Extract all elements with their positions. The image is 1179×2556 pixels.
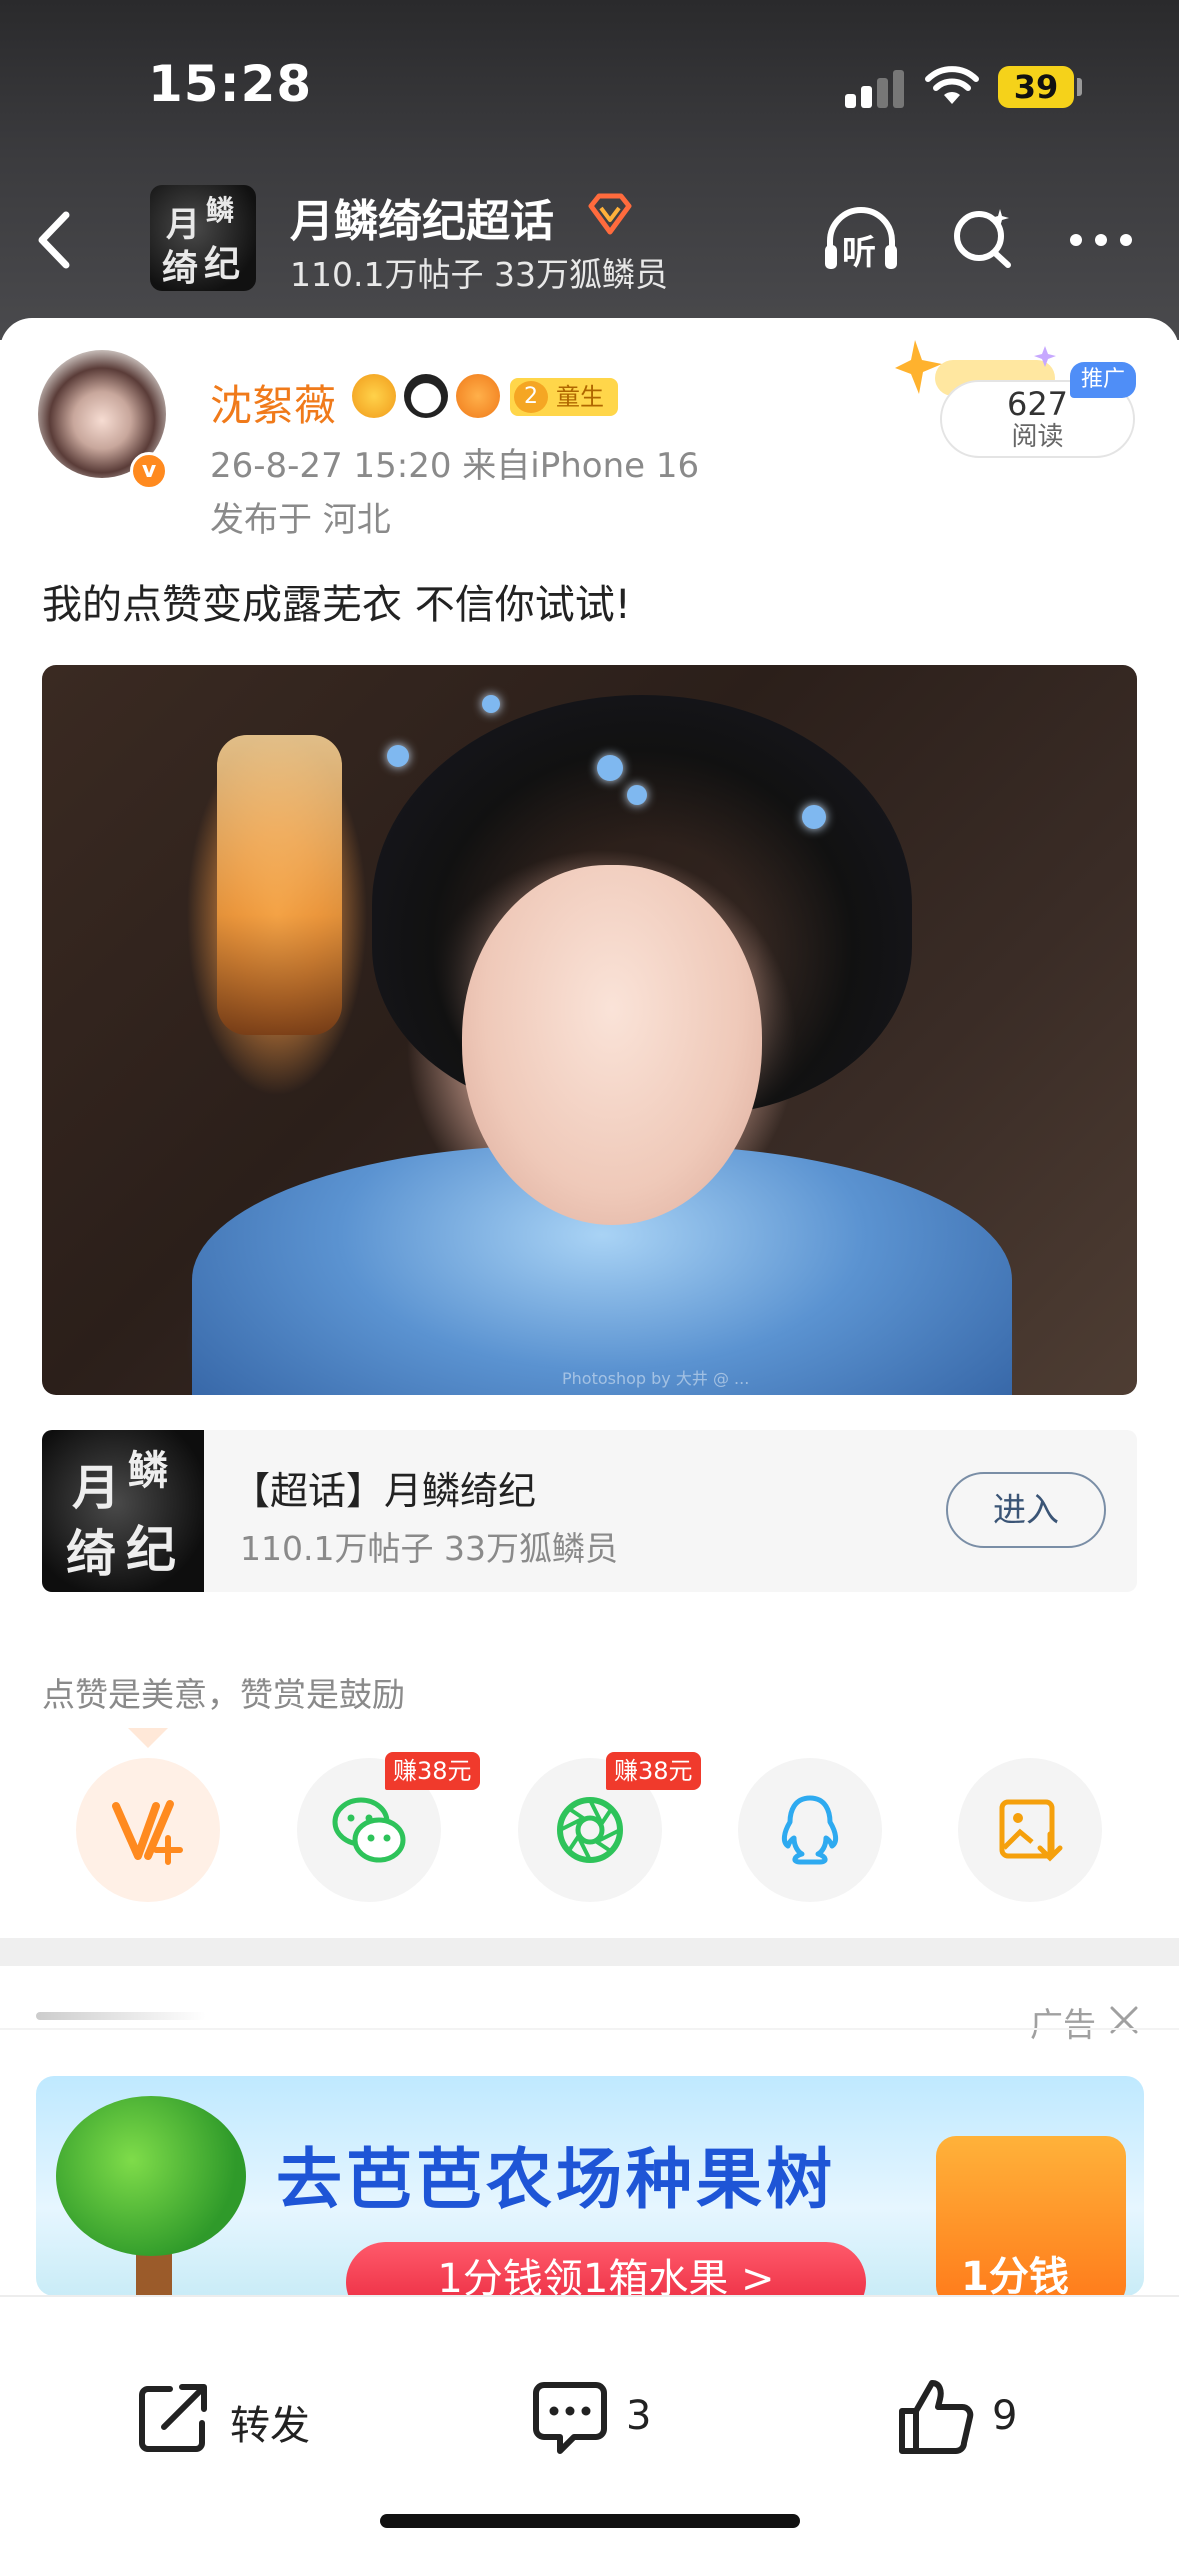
moments-icon bbox=[557, 1797, 623, 1863]
author-name[interactable]: 沈絮薇 bbox=[210, 372, 336, 433]
status-time: 15:28 bbox=[148, 55, 313, 113]
ad-label: 广告 bbox=[1030, 2005, 1096, 2044]
battery-tip bbox=[1077, 78, 1082, 96]
post-location: 发布于 河北 bbox=[210, 500, 391, 540]
battery-icon: 39 bbox=[998, 66, 1074, 108]
comment-button[interactable]: 3 bbox=[530, 2377, 680, 2457]
hair-ornament bbox=[627, 785, 647, 805]
topic-link-title: 【超话】月鳞绮纪 bbox=[232, 1469, 537, 1513]
gem-icon bbox=[588, 193, 632, 235]
like-button[interactable]: 9 bbox=[896, 2377, 1046, 2457]
repost-button[interactable]: 转发 bbox=[134, 2377, 334, 2457]
comment-count: 3 bbox=[626, 2393, 652, 2439]
promo-tag: 推广 bbox=[1070, 362, 1136, 398]
fish-icon bbox=[456, 374, 500, 418]
read-label: 阅读 bbox=[1011, 422, 1064, 452]
more-icon[interactable] bbox=[1068, 232, 1134, 248]
level-badge: 2 童生 bbox=[510, 378, 618, 416]
comment-icon bbox=[533, 2382, 607, 2454]
save-image-icon bbox=[999, 1799, 1063, 1862]
enter-button[interactable]: 进入 bbox=[946, 1472, 1106, 1548]
close-icon[interactable] bbox=[1104, 2000, 1144, 2040]
topic-link-thumb: 月 鳞 绮 纪 bbox=[42, 1430, 204, 1592]
ad-separator bbox=[0, 2028, 1179, 2030]
thumb-char-2: 鳞 bbox=[206, 194, 235, 227]
ad-title: 去芭芭农场种果树 bbox=[276, 2141, 836, 2218]
listen-icon[interactable]: 听 bbox=[822, 205, 900, 275]
wechat-earn-tag: 赚38元 bbox=[385, 1752, 480, 1790]
ad-side-text: 1分钱 bbox=[961, 2254, 1069, 2296]
like-count: 9 bbox=[992, 2393, 1018, 2439]
fruit-tree-icon bbox=[56, 2096, 246, 2256]
vplus-icon bbox=[112, 1800, 183, 1865]
vplus-button[interactable] bbox=[76, 1758, 220, 1902]
search-icon[interactable] bbox=[950, 205, 1016, 271]
thumb-char-4: 纪 bbox=[204, 243, 241, 285]
level-label: 童生 bbox=[556, 383, 604, 411]
thumb-char-1: 月 bbox=[72, 1460, 121, 1516]
hair-ornament bbox=[387, 745, 409, 767]
photo-watermark: Photoshop by 大井 @ ... bbox=[562, 1369, 750, 1388]
ad-cta-button[interactable]: 1分钱领1箱水果 > bbox=[346, 2242, 866, 2296]
listen-label: 听 bbox=[842, 233, 876, 273]
repost-icon bbox=[139, 2384, 207, 2452]
home-indicator bbox=[380, 2514, 800, 2528]
signal-icon bbox=[845, 68, 907, 108]
hair-ornament bbox=[802, 805, 826, 829]
topic-title[interactable]: 月鳞绮纪超话 bbox=[290, 185, 554, 249]
section-divider bbox=[0, 1938, 1179, 1966]
topic-link-stats: 110.1万帖子 33万狐鳞员 bbox=[240, 1529, 618, 1568]
qq-share-button[interactable] bbox=[738, 1758, 882, 1902]
thumb-char-2: 鳞 bbox=[128, 1447, 168, 1494]
level-number: 2 bbox=[514, 381, 548, 413]
crown-icon bbox=[352, 374, 396, 418]
post-meta: 26-8-27 15:20 来自iPhone 16 bbox=[210, 446, 700, 486]
repost-label: 转发 bbox=[230, 2403, 310, 2449]
lamp bbox=[217, 735, 342, 1035]
post-text: 我的点赞变成露芜衣 不信你试试! bbox=[42, 582, 631, 628]
panda-icon bbox=[404, 374, 448, 418]
topic-header: 15:28 39 月 鳞 绮 纪 月鳞绮纪超话 110.1万帖子 33万狐鳞员 … bbox=[0, 0, 1179, 340]
topic-avatar[interactable]: 月 鳞 绮 纪 bbox=[150, 185, 256, 291]
hair-ornament bbox=[597, 755, 623, 781]
face bbox=[462, 865, 762, 1225]
post-photo[interactable]: Photoshop by 大井 @ ... bbox=[42, 665, 1137, 1395]
save-image-button[interactable] bbox=[958, 1758, 1102, 1902]
back-icon[interactable] bbox=[30, 205, 80, 275]
thumbs-up-icon bbox=[899, 2380, 974, 2454]
moments-earn-tag: 赚38元 bbox=[606, 1752, 701, 1790]
topic-link-card[interactable]: 月 鳞 绮 纪 【超话】月鳞绮纪 110.1万帖子 33万狐鳞员 进入 bbox=[42, 1430, 1137, 1592]
encourage-text: 点赞是美意，赞赏是鼓励 bbox=[42, 1675, 405, 1714]
qq-icon bbox=[781, 1795, 839, 1865]
thumb-char-3: 绮 bbox=[162, 247, 199, 289]
thumb-char-3: 绮 bbox=[66, 1524, 116, 1583]
ad-source-placeholder bbox=[36, 2012, 206, 2020]
ad-banner[interactable]: 去芭芭农场种果树 1分钱领1箱水果 > 1分钱 bbox=[36, 2076, 1144, 2296]
hair-ornament bbox=[482, 695, 500, 713]
wifi-icon bbox=[925, 66, 979, 104]
thumb-char-4: 纪 bbox=[126, 1520, 176, 1579]
verified-badge-icon: v bbox=[130, 452, 168, 490]
wechat-icon bbox=[332, 1797, 406, 1863]
topic-stats: 110.1万帖子 33万狐鳞员 bbox=[290, 255, 668, 294]
